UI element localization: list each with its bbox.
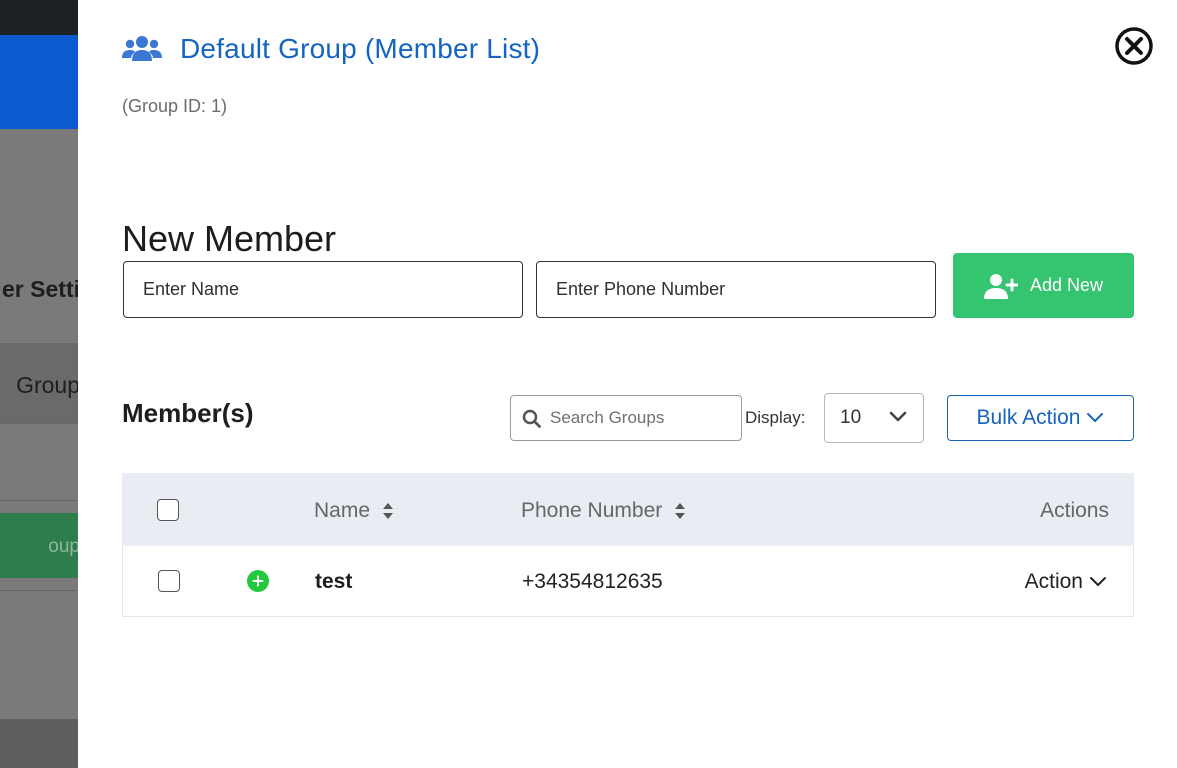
member-phone: +34354812635 xyxy=(522,570,663,593)
table-header: Name Phone Number Actions xyxy=(122,473,1134,546)
column-phone-label: Phone Number xyxy=(521,499,663,522)
background-header xyxy=(0,35,78,129)
column-header-phone[interactable]: Phone Number xyxy=(521,499,686,523)
add-new-label: Add New xyxy=(1029,275,1104,295)
plus-circle-icon[interactable] xyxy=(247,570,269,592)
background-group-text: Group xyxy=(16,372,78,398)
background-divider xyxy=(0,423,78,424)
background-topbar xyxy=(0,0,78,35)
display-select[interactable]: 10 xyxy=(824,393,924,443)
select-all-checkbox[interactable] xyxy=(157,499,179,521)
new-member-heading: New Member xyxy=(122,218,337,259)
background-page: er Setti Group oup xyxy=(0,0,78,768)
sort-icon xyxy=(675,503,686,519)
drawer-title: Default Group (Member List) xyxy=(180,33,541,64)
member-name: test xyxy=(315,570,353,593)
display-value: 10 xyxy=(840,407,862,428)
member-list-drawer: Default Group (Member List) (Group ID: 1… xyxy=(78,0,1177,768)
user-plus-icon xyxy=(983,273,1018,299)
background-divider xyxy=(0,590,78,591)
add-new-button[interactable]: Add New xyxy=(953,253,1134,318)
column-name-label: Name xyxy=(314,499,371,522)
background-button-text: oup xyxy=(48,536,78,557)
group-id-text: (Group ID: 1) xyxy=(122,96,228,116)
search-input[interactable] xyxy=(550,408,730,428)
plus-glyph xyxy=(252,575,264,587)
phone-input[interactable] xyxy=(536,261,936,318)
column-header-actions: Actions xyxy=(1040,499,1109,523)
row-action-label: Action xyxy=(1024,570,1083,593)
members-table: Name Phone Number Actions test +34354812… xyxy=(122,473,1134,617)
bulk-action-label: Bulk Action xyxy=(976,406,1081,429)
users-icon xyxy=(122,36,162,61)
sort-icon xyxy=(383,503,394,519)
table-row: test +34354812635 Action xyxy=(122,546,1134,617)
bulk-action-button[interactable]: Bulk Action xyxy=(947,395,1134,441)
close-icon[interactable] xyxy=(1114,26,1154,66)
drawer-header: Default Group (Member List) xyxy=(122,33,540,65)
background-divider xyxy=(0,500,78,501)
background-panel xyxy=(0,129,78,719)
search-box[interactable] xyxy=(510,395,742,441)
row-checkbox[interactable] xyxy=(158,570,180,592)
members-heading: Member(s) xyxy=(122,398,254,428)
display-label: Display: xyxy=(745,408,806,427)
row-action-dropdown[interactable]: Action xyxy=(1025,570,1107,594)
column-actions-label: Actions xyxy=(1040,499,1109,522)
background-footer xyxy=(0,719,78,768)
name-input[interactable] xyxy=(123,261,523,318)
column-header-name[interactable]: Name xyxy=(314,499,394,523)
chevron-down-icon xyxy=(1090,577,1106,586)
search-icon xyxy=(522,409,541,428)
chevron-down-icon xyxy=(1087,413,1104,422)
background-settings-text: er Setti xyxy=(2,276,78,302)
chevron-down-icon xyxy=(889,411,907,422)
